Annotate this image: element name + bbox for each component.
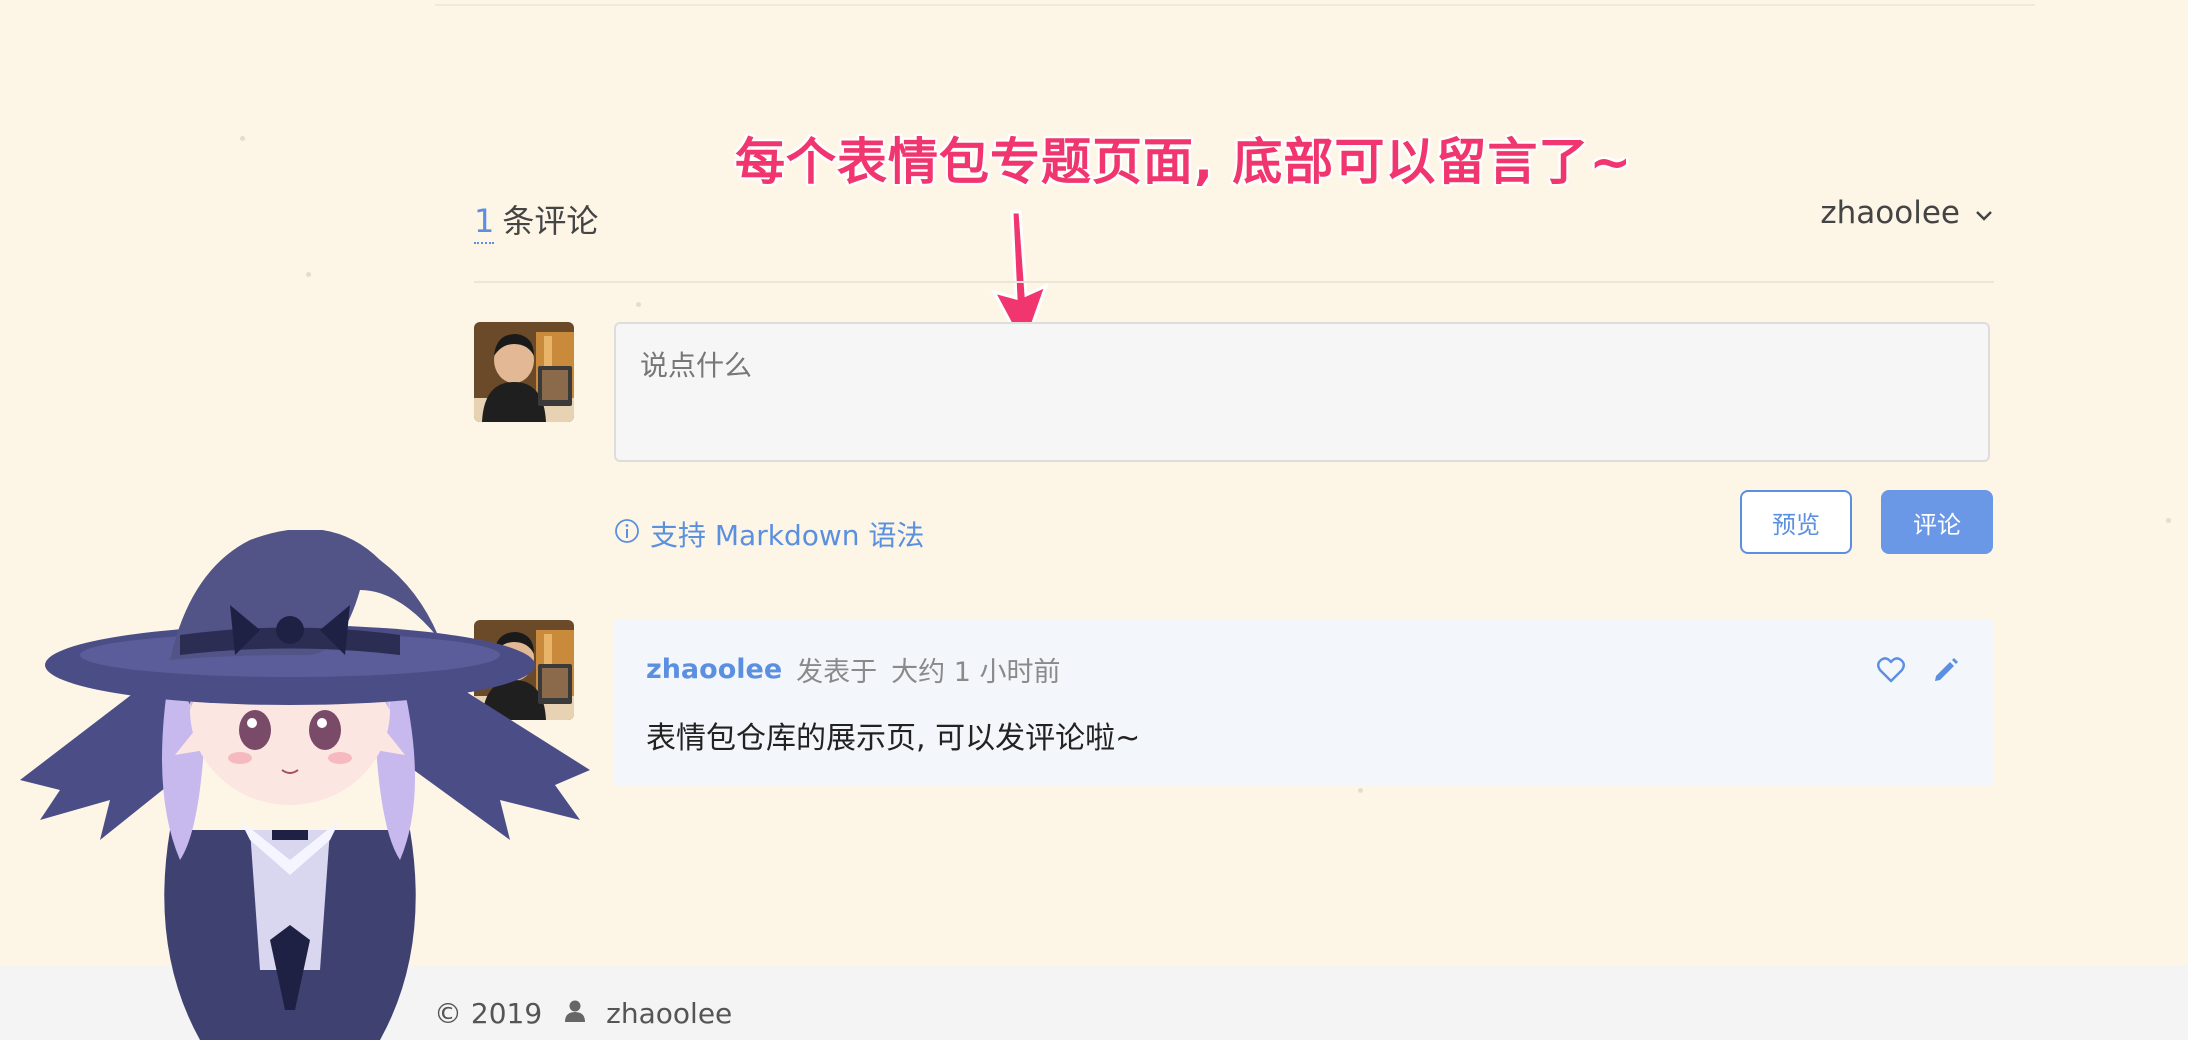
user-menu[interactable]: zhaoolee <box>1820 195 1994 231</box>
decor-dot <box>2166 518 2171 523</box>
comment-textarea[interactable] <box>614 322 1990 462</box>
preview-button[interactable]: 预览 <box>1740 490 1852 554</box>
decor-dot <box>1358 788 1363 793</box>
comment-item: zhaoolee 发表于 大约 1 小时前 表情包仓库的展示页, 可以发评论啦~ <box>614 620 1994 786</box>
markdown-hint-link[interactable]: 支持 Markdown 语法 <box>614 514 924 554</box>
comment-time: 大约 1 小时前 <box>891 657 1061 688</box>
comment-body: 表情包仓库的展示页, 可以发评论啦~ <box>646 721 1141 756</box>
heart-icon[interactable] <box>1876 656 1906 688</box>
footer-author: zhaoolee <box>606 997 733 1030</box>
comment-count-label: 条评论 <box>502 202 599 240</box>
comment-meta: zhaoolee 发表于 大约 1 小时前 <box>646 650 1962 689</box>
comment-count: 1 条评论 <box>474 196 599 244</box>
comments-header: 1 条评论 zhaoolee <box>474 180 1994 283</box>
comment-count-number[interactable]: 1 <box>474 202 495 244</box>
comments-section: 1条评论 zhaoolee 支持 Markdown 语法 预览 评论 <box>474 180 1994 786</box>
markdown-hint-text: 支持 Markdown 语法 <box>650 519 925 552</box>
mascot-illustration <box>20 530 590 1040</box>
comment-actions <box>1876 656 1960 688</box>
comment-author[interactable]: zhaoolee <box>646 654 782 685</box>
info-icon <box>614 518 640 551</box>
pencil-icon[interactable] <box>1932 656 1960 688</box>
user-menu-name: zhaoolee <box>1820 195 1960 231</box>
decor-dot <box>636 302 641 307</box>
submit-comment-button[interactable]: 评论 <box>1881 490 1993 554</box>
chevron-down-icon <box>1974 195 1994 231</box>
top-divider <box>435 4 2035 6</box>
comment-posted-label: 发表于 <box>796 657 878 688</box>
decor-dot <box>306 272 311 277</box>
current-user-avatar <box>474 322 574 422</box>
decor-dot <box>240 136 245 141</box>
